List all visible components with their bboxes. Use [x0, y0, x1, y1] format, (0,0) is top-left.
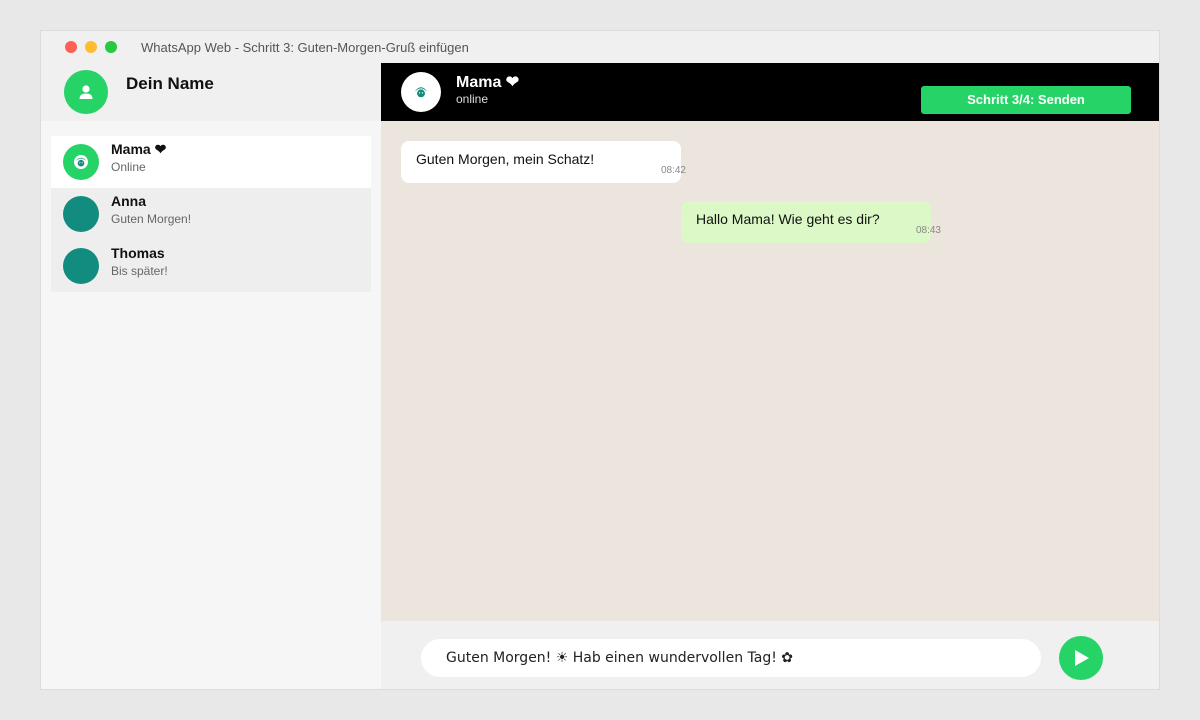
- step-send-button[interactable]: Schritt 3/4: Senden: [921, 86, 1131, 114]
- title-bar: WhatsApp Web - Schritt 3: Guten-Morgen-G…: [41, 31, 1159, 63]
- contact-avatar[interactable]: [401, 72, 441, 112]
- contact-name: Mama ❤: [456, 74, 520, 91]
- chat-list: Mama ❤ Online Anna Guten Morgen! Thomas …: [51, 136, 371, 292]
- window-title: WhatsApp Web - Schritt 3: Guten-Morgen-G…: [141, 40, 469, 55]
- message-composer: [381, 621, 1159, 689]
- avatar: [63, 144, 99, 180]
- close-window-button[interactable]: [65, 41, 77, 53]
- contact-status: online: [456, 92, 489, 106]
- profile-avatar[interactable]: [64, 70, 108, 114]
- chat-item-anna[interactable]: Anna Guten Morgen!: [51, 188, 371, 240]
- chat-name: Mama ❤: [111, 141, 167, 157]
- message-time: 08:42: [660, 165, 686, 176]
- chat-header: Mama ❤ online Schritt 3/4: Senden: [381, 63, 1159, 121]
- message-text: Hallo Mama! Wie geht es dir?: [696, 211, 880, 227]
- chat-preview: Bis später!: [111, 264, 168, 278]
- chat-preview: Guten Morgen!: [111, 212, 192, 226]
- avatar: [63, 196, 99, 232]
- face-icon: [74, 155, 88, 169]
- chat-panel: Mama ❤ online Schritt 3/4: Senden Guten …: [381, 63, 1159, 689]
- chat-name: Thomas: [111, 245, 165, 261]
- send-button[interactable]: [1059, 636, 1103, 680]
- message-text: Guten Morgen, mein Schatz!: [416, 151, 595, 167]
- face-icon: [414, 87, 428, 98]
- chat-item-mama[interactable]: Mama ❤ Online: [51, 136, 371, 188]
- profile-name: Dein Name: [126, 74, 214, 93]
- chat-preview: Online: [111, 160, 146, 174]
- send-icon: [1075, 650, 1089, 666]
- profile-header: Dein Name: [41, 63, 381, 121]
- sidebar: Dein Name Mama ❤ Online Anna Guten Morge…: [41, 63, 381, 689]
- message-time: 08:43: [915, 225, 941, 236]
- maximize-window-button[interactable]: [105, 41, 117, 53]
- message-outgoing: Hallo Mama! Wie geht es dir? 08:43: [681, 201, 941, 243]
- minimize-window-button[interactable]: [85, 41, 97, 53]
- app-window: WhatsApp Web - Schritt 3: Guten-Morgen-G…: [40, 30, 1160, 690]
- avatar: [63, 248, 99, 284]
- chat-name: Anna: [111, 193, 146, 209]
- user-icon: [79, 85, 93, 99]
- message-input[interactable]: [421, 639, 1041, 677]
- chat-item-thomas[interactable]: Thomas Bis später!: [51, 240, 371, 292]
- message-incoming: Guten Morgen, mein Schatz! 08:42: [401, 141, 686, 183]
